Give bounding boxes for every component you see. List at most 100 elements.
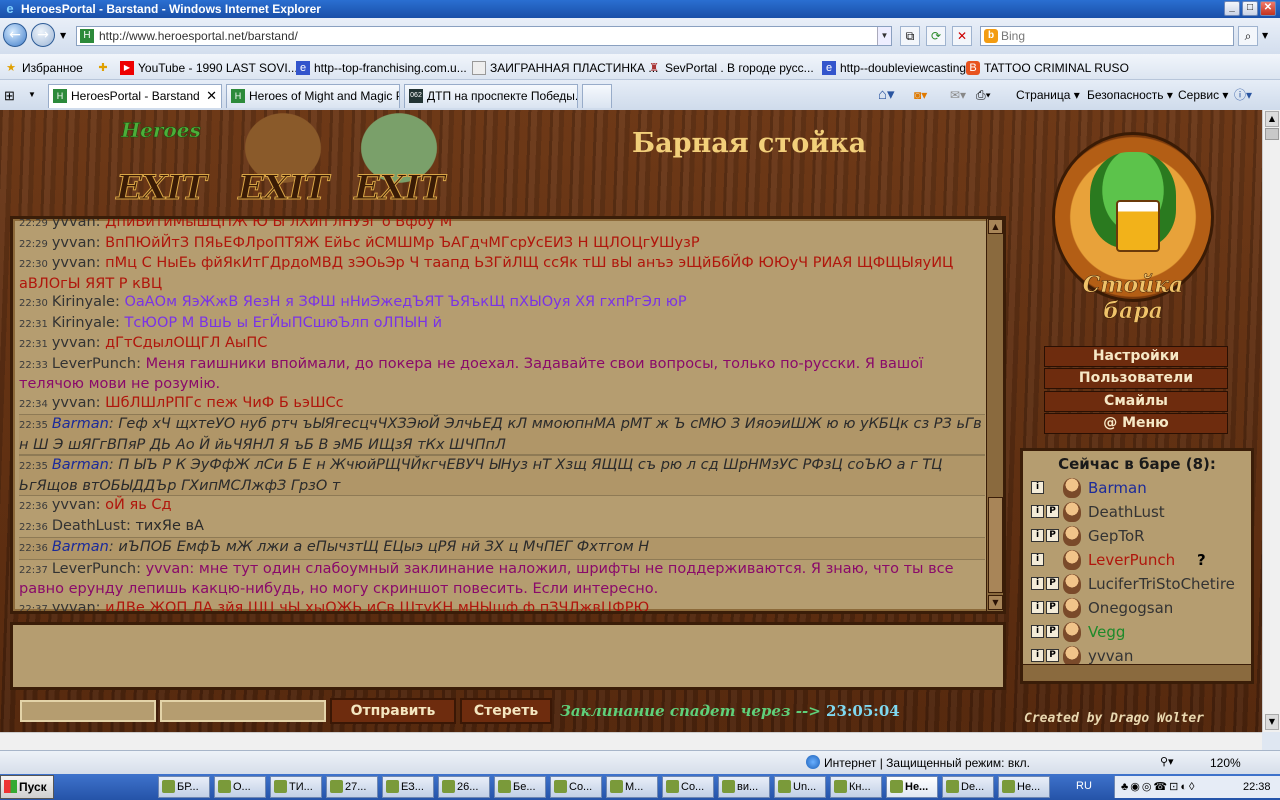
scroll-down-arrow[interactable]: ▼	[1265, 714, 1279, 730]
security-menu[interactable]: Безопасность ▾	[1087, 87, 1173, 103]
taskbar-task[interactable]: Бе...	[494, 776, 546, 798]
add-favorite-button[interactable]: ✚	[96, 60, 114, 76]
address-dropdown[interactable]: ▼	[877, 27, 891, 45]
settings-button[interactable]: Настройки	[1044, 346, 1228, 367]
page-hscrollbar[interactable]	[0, 732, 1262, 750]
message-author[interactable]: Barman	[52, 416, 109, 432]
user-info-icon[interactable]: i	[1031, 625, 1044, 638]
online-user-row[interactable]: i P LuciferTriStoChetire	[1031, 573, 1255, 595]
private-input[interactable]	[160, 700, 326, 722]
tab-list-dropdown[interactable]: ▼	[28, 90, 36, 99]
private-message-icon[interactable]: P	[1046, 505, 1059, 518]
online-user-name[interactable]: Barman	[1088, 477, 1147, 499]
zoom-icon[interactable]: ⚲▾	[1160, 755, 1174, 768]
tab-dtp[interactable]: 062 ДТП на проспекте Победы...	[404, 84, 578, 108]
quick-tabs-icon[interactable]: ⊞	[4, 88, 24, 104]
recipient-input[interactable]	[20, 700, 156, 722]
user-info-icon[interactable]: i	[1031, 649, 1044, 662]
message-author[interactable]: DeathLust	[52, 518, 126, 534]
message-textarea[interactable]	[10, 622, 1006, 690]
taskbar-task[interactable]: БР...	[158, 776, 210, 798]
online-user-name[interactable]: Vegg	[1088, 621, 1125, 643]
help-icon[interactable]: ⓘ▾	[1234, 87, 1252, 103]
message-author[interactable]: yvvan	[52, 600, 96, 612]
scroll-down-arrow[interactable]: ▼	[988, 595, 1003, 610]
search-input[interactable]: b Bing	[980, 26, 1234, 46]
private-message-icon[interactable]: P	[1046, 625, 1059, 638]
taskbar-task[interactable]: О...	[214, 776, 266, 798]
message-author[interactable]: LeverPunch	[52, 356, 136, 372]
tools-menu[interactable]: Сервис ▾	[1178, 87, 1228, 103]
taskbar-task[interactable]: М...	[606, 776, 658, 798]
message-author[interactable]: Barman	[52, 457, 109, 473]
taskbar-task[interactable]: Un...	[774, 776, 826, 798]
private-message-icon[interactable]: P	[1046, 649, 1059, 662]
tab-heroesportal[interactable]: H HeroesPortal - Barstand ✕	[48, 84, 222, 108]
close-tab-icon[interactable]: ✕	[206, 85, 217, 107]
taskbar-task[interactable]: ТИ...	[270, 776, 322, 798]
users-button[interactable]: Пользователи	[1044, 368, 1228, 389]
taskbar-task[interactable]: ЕЗ...	[382, 776, 434, 798]
message-author[interactable]: Kirinyale	[52, 294, 115, 310]
favorite-link[interactable]: ▶ YouTube - 1990 LAST SOVI...	[120, 60, 298, 76]
user-info-icon[interactable]: i	[1031, 577, 1044, 590]
private-message-icon[interactable]: P	[1046, 577, 1059, 590]
message-author[interactable]: LeverPunch	[52, 561, 136, 577]
favorite-link[interactable]: ♜ SevPortal . В городе русс...	[647, 60, 814, 76]
users-hscrollbar[interactable]	[1023, 664, 1251, 681]
scroll-up-arrow[interactable]: ▲	[988, 219, 1003, 234]
search-icon[interactable]: ⌕	[1238, 26, 1258, 46]
message-author[interactable]: yvvan	[52, 335, 96, 351]
taskbar-task[interactable]: ви...	[718, 776, 770, 798]
taskbar-task[interactable]: Со...	[550, 776, 602, 798]
message-author[interactable]: yvvan	[52, 395, 96, 411]
taskbar-task[interactable]: Кн...	[830, 776, 882, 798]
favorite-link[interactable]: ЗАИГРАННАЯ ПЛАСТИНКА ...	[472, 60, 658, 76]
favorite-link[interactable]: e http--doubleviewcasting	[822, 60, 966, 76]
forward-button[interactable]: →	[31, 23, 55, 47]
user-info-icon[interactable]: i	[1031, 601, 1044, 614]
taskbar-task[interactable]: Не...	[886, 776, 938, 798]
exit-link-2[interactable]: EXIT	[224, 112, 342, 209]
user-info-icon[interactable]: i	[1031, 505, 1044, 518]
scroll-thumb[interactable]	[988, 497, 1003, 593]
tab-heroes-of-might[interactable]: H Heroes of Might and Magic P...	[226, 84, 400, 108]
clear-button[interactable]: Стереть	[460, 698, 552, 724]
refresh-icon[interactable]: ⟳	[926, 26, 946, 46]
new-tab-button[interactable]	[582, 84, 612, 108]
message-author[interactable]: yvvan	[52, 497, 96, 513]
taskbar-task[interactable]: De...	[942, 776, 994, 798]
maximize-button[interactable]: □	[1242, 1, 1258, 16]
favorites-button[interactable]: ★ Избранное	[4, 60, 83, 76]
close-window-button[interactable]: ✕	[1260, 1, 1276, 16]
online-user-name[interactable]: DeathLust	[1088, 501, 1165, 523]
zoom-level[interactable]: 120%	[1210, 756, 1241, 770]
mail-icon[interactable]: ✉▾	[950, 87, 966, 103]
address-bar[interactable]: H http://www.heroesportal.net/barstand/ …	[76, 26, 892, 46]
tray-icons[interactable]: ♣◉◎☎⊡◐◊	[1121, 776, 1196, 798]
taskbar-task[interactable]: Со...	[662, 776, 714, 798]
print-icon[interactable]: ⎙▾	[976, 87, 991, 103]
search-options-dropdown[interactable]: ▼	[1262, 31, 1268, 40]
online-user-row[interactable]: i Barman	[1031, 477, 1255, 499]
online-user-name[interactable]: LuciferTriStoChetire	[1088, 573, 1235, 595]
favorite-link[interactable]: B TATTOO CRIMINAL RUSO	[966, 60, 1129, 76]
start-button[interactable]: Пуск	[0, 775, 54, 799]
user-info-icon[interactable]: i	[1031, 481, 1044, 494]
page-menu[interactable]: Страница ▾	[1016, 87, 1080, 103]
menu-button[interactable]: @ Меню	[1044, 413, 1228, 434]
private-message-icon[interactable]: P	[1046, 601, 1059, 614]
favorite-link[interactable]: e http--top-franchising.com.u...	[296, 60, 467, 76]
taskbar-task[interactable]: 26...	[438, 776, 490, 798]
online-user-row[interactable]: i P DeathLust	[1031, 501, 1255, 523]
online-user-name[interactable]: LeverPunch	[1088, 549, 1175, 571]
online-user-row[interactable]: i P Onegogsan	[1031, 597, 1255, 619]
message-author[interactable]: yvvan	[52, 219, 96, 230]
user-info-icon[interactable]: i	[1031, 553, 1044, 566]
smileys-button[interactable]: Смайлы	[1044, 391, 1228, 412]
online-user-row[interactable]: i P GepToR	[1031, 525, 1255, 547]
scroll-thumb[interactable]	[1265, 128, 1279, 140]
online-user-name[interactable]: Onegogsan	[1088, 597, 1173, 619]
taskbar-task[interactable]: Не...	[998, 776, 1050, 798]
user-info-icon[interactable]: i	[1031, 529, 1044, 542]
